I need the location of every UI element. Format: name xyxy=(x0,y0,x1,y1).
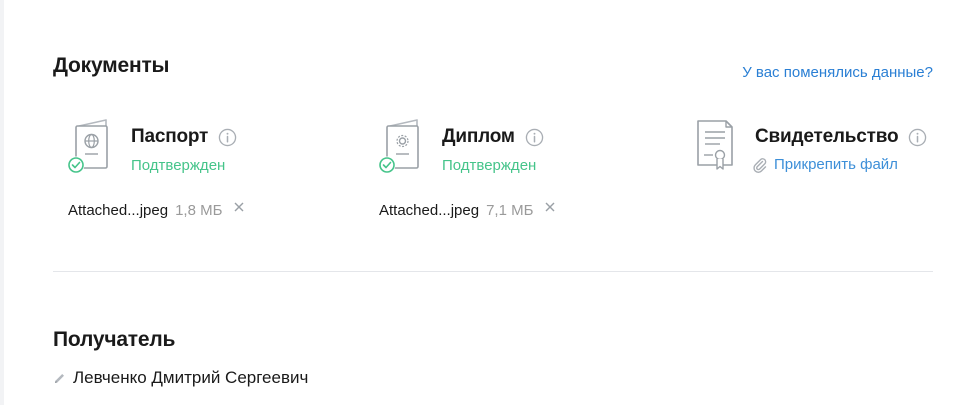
attached-file: Attached...jpeg 1,8 МБ xyxy=(68,202,245,219)
left-border-strip xyxy=(0,0,4,405)
file-size: 7,1 МБ xyxy=(486,202,534,219)
document-name: Паспорт xyxy=(131,126,209,147)
info-icon[interactable] xyxy=(218,128,237,147)
info-icon[interactable] xyxy=(525,128,544,147)
certificate-icon xyxy=(697,120,733,170)
file-size: 1,8 МБ xyxy=(175,202,223,219)
documents-page: Документы У вас поменялись данные? Паспо… xyxy=(0,0,965,405)
data-changed-link[interactable]: У вас поменялись данные? xyxy=(742,64,933,81)
diploma-icon xyxy=(378,119,419,174)
recipient-row: Левченко Дмитрий Сергеевич xyxy=(53,368,308,388)
document-status: Подтвержден xyxy=(442,157,537,174)
recipient-name: Левченко Дмитрий Сергеевич xyxy=(73,368,309,387)
paperclip-icon xyxy=(753,157,767,173)
file-name[interactable]: Attached...jpeg xyxy=(379,202,479,219)
section-divider xyxy=(53,271,933,272)
pencil-icon[interactable] xyxy=(53,372,66,385)
document-name: Свидетельство xyxy=(755,126,899,147)
attached-file: Attached...jpeg 7,1 МБ xyxy=(379,202,556,219)
attach-file-button[interactable]: Прикрепить файл xyxy=(753,156,898,173)
file-name[interactable]: Attached...jpeg xyxy=(68,202,168,219)
attach-file-label: Прикрепить файл xyxy=(774,156,898,173)
recipient-title: Получатель xyxy=(53,328,176,351)
close-icon[interactable] xyxy=(544,201,556,213)
document-status: Подтвержден xyxy=(131,157,226,174)
close-icon[interactable] xyxy=(233,201,245,213)
info-icon[interactable] xyxy=(908,128,927,147)
documents-title: Документы xyxy=(53,54,170,77)
passport-icon xyxy=(67,119,108,174)
document-name: Диплом xyxy=(442,126,515,147)
